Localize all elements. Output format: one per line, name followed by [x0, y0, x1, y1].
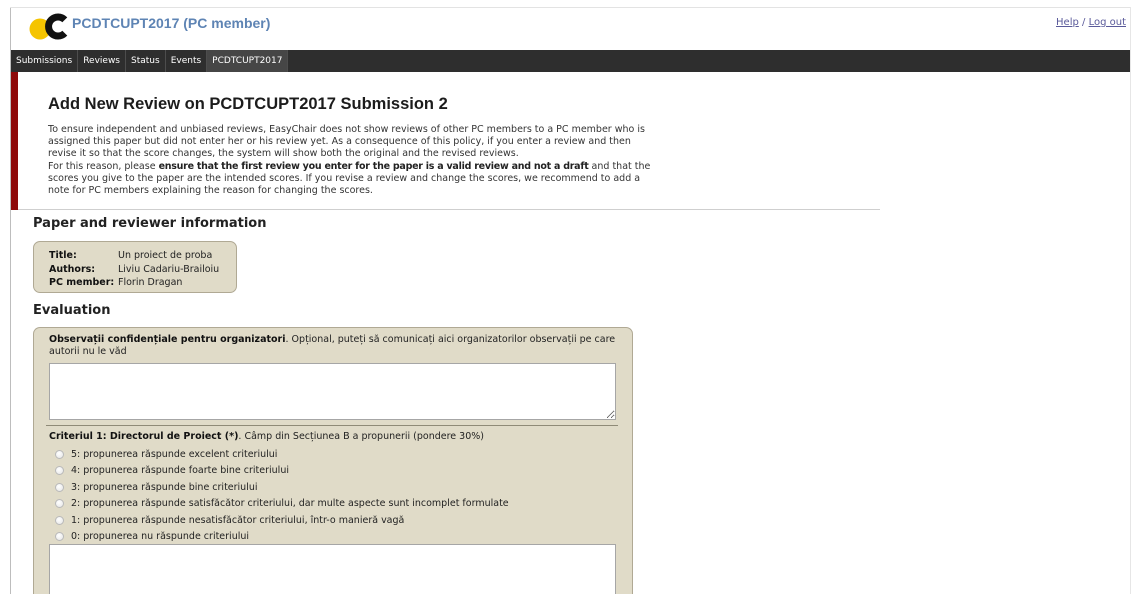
criterion1-score-5-radio[interactable]: [55, 449, 64, 459]
menu-item-status[interactable]: Status: [126, 50, 166, 72]
criterion1-option-3-label: 3: propunerea răspunde bine criteriului: [71, 481, 258, 493]
user-links: Help / Log out: [1056, 16, 1126, 30]
confidential-comments-label: Observații confidențiale pentru organiza…: [49, 334, 634, 358]
criterion1-option-5-label: 5: propunerea răspunde excelent criteriu…: [71, 448, 278, 460]
window-top-edge: [10, 7, 1130, 8]
paper-info-heading: Paper and reviewer information: [33, 216, 267, 231]
paper-info-box: Title: Un proiect de proba Authors: Livi…: [33, 241, 237, 293]
menu-item-conference[interactable]: PCDTCUPT2017: [207, 50, 289, 72]
page-title: Add New Review on PCDTCUPT2017 Submissio…: [48, 95, 448, 113]
criterion1-title: Criteriul 1: Directorul de Proiect (*): [49, 431, 239, 442]
confidential-comments-title: Observații confidențiale pentru organiza…: [49, 334, 286, 345]
pc-member-value: Florin Dragan: [118, 277, 183, 288]
criterion1-option-4-label: 4: propunerea răspunde foarte bine crite…: [71, 465, 289, 477]
user-links-separator: /: [1082, 17, 1086, 28]
review-policy-notice: To ensure independent and unbiased revie…: [48, 124, 658, 197]
criterion1-option-2[interactable]: 2: propunerea răspunde satisfăcător crit…: [49, 496, 619, 513]
main-menu-bar: Submissions Reviews Status Events PCDTCU…: [11, 50, 1130, 72]
criterion1-option-5[interactable]: 5: propunerea răspunde excelent criteriu…: [49, 446, 619, 463]
logout-link[interactable]: Log out: [1089, 17, 1126, 28]
draft-warning-emphasis: ensure that the first review you enter f…: [158, 161, 589, 172]
paper-authors-value: Liviu Cadariu-Brailoiu: [118, 263, 220, 275]
criterion1-option-4[interactable]: 4: propunerea răspunde foarte bine crite…: [49, 463, 619, 480]
menu-item-submissions[interactable]: Submissions: [11, 50, 79, 72]
page-accent-bar: [11, 72, 18, 210]
app-title: PCDTCUPT2017 (PC member): [72, 15, 271, 31]
easychair-logo: [29, 13, 68, 40]
paper-title-value: Un proiect de proba: [118, 250, 213, 261]
draft-warning-start: For this reason, please: [48, 161, 159, 172]
paper-authors-label: Authors:: [49, 263, 96, 275]
draft-warning-paragraph: For this reason, please ensure that the …: [48, 161, 658, 197]
criterion1-comments-textarea[interactable]: [49, 544, 616, 594]
menu-item-reviews[interactable]: Reviews: [78, 50, 126, 72]
criterion1-option-0[interactable]: 0: propunerea nu răspunde criteriului: [49, 529, 619, 546]
evaluation-heading: Evaluation: [33, 303, 111, 318]
criterion1-score-4-radio[interactable]: [55, 466, 64, 476]
criterion1-option-1[interactable]: 1: propunerea răspunde nesatisfăcător cr…: [49, 512, 619, 529]
criterion1-option-0-label: 0: propunerea nu răspunde criteriului: [71, 531, 250, 543]
criterion1-score-2-radio[interactable]: [55, 499, 64, 509]
criterion1-option-1-label: 1: propunerea răspunde nesatisfăcător cr…: [71, 514, 405, 526]
help-link[interactable]: Help: [1056, 17, 1079, 28]
paper-title-label: Title:: [49, 250, 77, 261]
criterion1-option-3[interactable]: 3: propunerea răspunde bine criteriului: [49, 479, 619, 496]
criterion1-label: Criteriul 1: Directorul de Proiect (*). …: [49, 431, 634, 443]
confidential-comments-textarea[interactable]: [49, 363, 616, 420]
pc-member-label: PC member:: [49, 277, 115, 288]
criterion1-hint: . Câmp din Secțiunea B a propunerii (pon…: [238, 431, 484, 442]
criterion1-score-options: 5: propunerea răspunde excelent criteriu…: [49, 446, 619, 545]
notice-divider: [18, 209, 880, 210]
window-right-edge: [1130, 7, 1131, 594]
criterion1-score-1-radio[interactable]: [55, 515, 64, 525]
field-separator: [46, 425, 618, 426]
menu-item-events[interactable]: Events: [166, 50, 208, 72]
criterion1-score-0-radio[interactable]: [55, 532, 64, 542]
criterion1-option-2-label: 2: propunerea răspunde satisfăcător crit…: [71, 498, 509, 510]
paper-info-grid: Title: Un proiect de proba Authors: Livi…: [49, 249, 236, 290]
criterion1-score-3-radio[interactable]: [55, 482, 64, 492]
independence-policy-paragraph: To ensure independent and unbiased revie…: [48, 124, 645, 159]
